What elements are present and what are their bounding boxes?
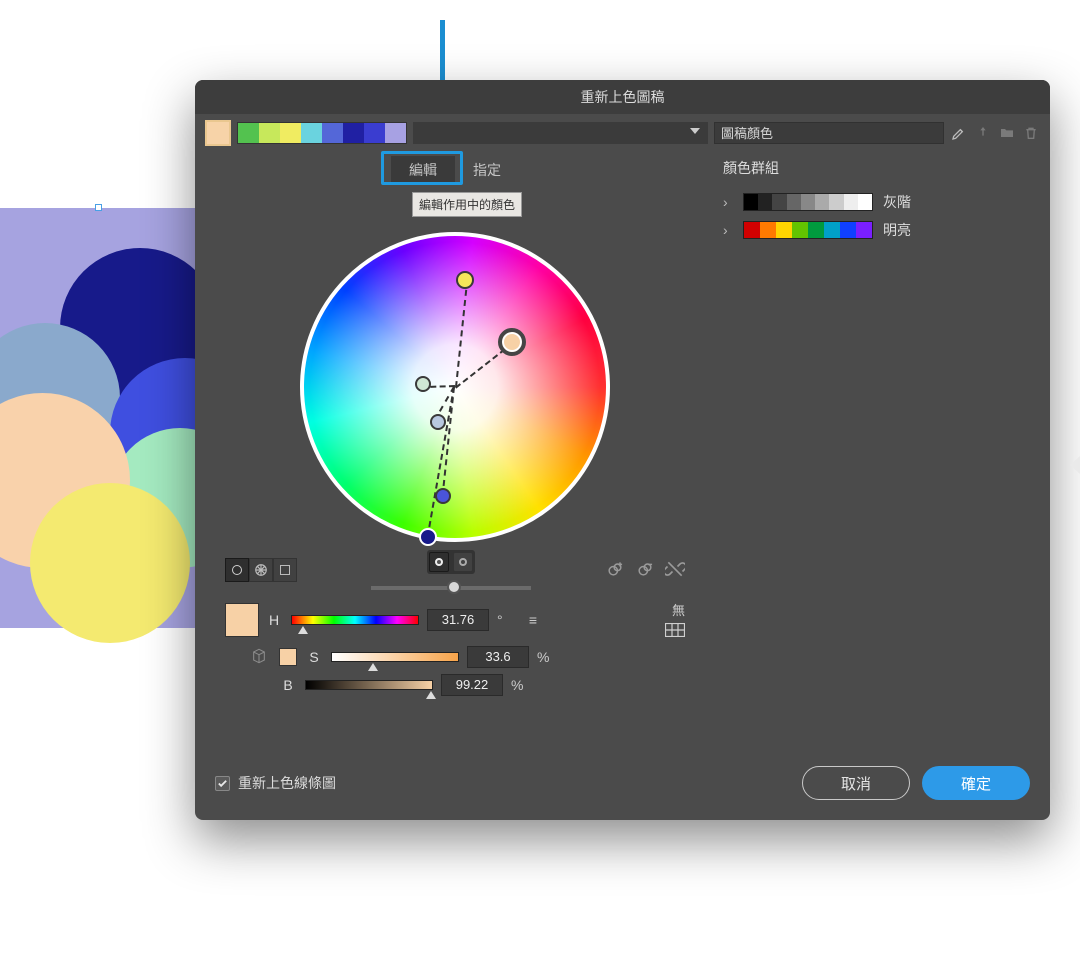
tab-edit[interactable]: 編輯 xyxy=(391,156,455,184)
wheel-color-node[interactable] xyxy=(430,414,446,430)
color-groups-panel: 顏色群組 › 灰階 › 明亮 xyxy=(705,152,1040,702)
folder-icon[interactable] xyxy=(998,124,1016,142)
group-swatch-strip xyxy=(743,221,873,239)
color-bars-button[interactable] xyxy=(273,558,297,582)
saturation-unit: % xyxy=(537,649,553,665)
group-label: 明亮 xyxy=(883,220,911,240)
saturation-label: S xyxy=(305,649,323,665)
color-groups-title: 顏色群組 xyxy=(723,158,1040,178)
cancel-button[interactable]: 取消 xyxy=(802,766,910,800)
art-circle xyxy=(30,483,190,643)
none-label: 無 xyxy=(672,603,685,618)
smooth-wheel-button[interactable] xyxy=(225,558,249,582)
remove-color-tool-icon[interactable] xyxy=(635,559,655,582)
top-toolbar: 圖稿顏色 xyxy=(195,114,1050,152)
segmented-wheel-button[interactable] xyxy=(249,558,273,582)
color-grid-icon[interactable] xyxy=(665,623,685,640)
harmony-preset-dropdown[interactable] xyxy=(413,122,708,144)
brightness-value-slider[interactable] xyxy=(305,680,433,690)
secondary-swatch[interactable] xyxy=(279,648,297,666)
cube-icon xyxy=(251,648,267,667)
chevron-right-icon: › xyxy=(723,222,733,238)
brightness-slider[interactable] xyxy=(371,586,531,590)
dialog-footer: 重新上色線條圖 取消 確定 xyxy=(195,750,1050,820)
current-color-swatch[interactable] xyxy=(225,603,259,637)
hue-value[interactable]: 31.76 xyxy=(427,609,489,631)
trash-icon[interactable] xyxy=(1022,124,1040,142)
brightness-unit: % xyxy=(511,677,527,693)
saturation-slider[interactable] xyxy=(331,652,459,662)
hue-label: H xyxy=(265,612,283,628)
wheel-color-node[interactable] xyxy=(456,271,474,289)
edit-panel: 編輯 指定 編輯作用中的顏色 xyxy=(205,152,705,702)
slider-knob[interactable] xyxy=(447,580,461,594)
color-wheel[interactable] xyxy=(300,232,610,542)
add-color-tool-icon[interactable] xyxy=(605,559,625,582)
saturation-value[interactable]: 33.6 xyxy=(467,646,529,668)
hsb-mode-button[interactable] xyxy=(429,552,449,572)
recolor-lineart-checkbox[interactable] xyxy=(215,776,230,791)
brightness-mode-button[interactable] xyxy=(453,552,473,572)
chevron-right-icon: › xyxy=(723,194,733,210)
hue-slider[interactable] xyxy=(291,615,419,625)
artwork-canvas xyxy=(0,208,210,628)
color-mode-menu-icon[interactable]: ≡ xyxy=(521,612,545,628)
wheel-color-node[interactable] xyxy=(415,376,431,392)
panel-expand-flag-icon[interactable] xyxy=(1070,456,1080,474)
recolor-lineart-label: 重新上色線條圖 xyxy=(238,773,336,793)
artwork-swatch-strip[interactable] xyxy=(237,122,407,144)
brightness-value[interactable]: 99.22 xyxy=(441,674,503,696)
ok-button[interactable]: 確定 xyxy=(922,766,1030,800)
color-group-name-field[interactable]: 圖稿顏色 xyxy=(714,122,944,144)
brightness-label: B xyxy=(279,677,297,693)
recolor-dialog: 重新上色圖稿 圖稿顏色 編輯 指定 編輯 xyxy=(195,80,1050,820)
group-label: 灰階 xyxy=(883,192,911,212)
color-group-item[interactable]: › 明亮 xyxy=(723,216,1040,244)
wheel-color-node-selected[interactable] xyxy=(498,328,526,356)
group-swatch-strip xyxy=(743,193,873,211)
save-group-icon[interactable] xyxy=(974,124,992,142)
color-group-item[interactable]: › 灰階 xyxy=(723,188,1040,216)
wheel-color-node[interactable] xyxy=(435,488,451,504)
selection-handle[interactable] xyxy=(95,204,102,211)
unlink-harmony-icon[interactable] xyxy=(665,559,685,582)
chevron-down-icon xyxy=(690,128,700,134)
eyedropper-icon[interactable] xyxy=(950,124,968,142)
edit-assign-tabs: 編輯 指定 xyxy=(205,156,705,184)
hue-unit: ° xyxy=(497,612,513,628)
tab-assign[interactable]: 指定 xyxy=(455,156,519,184)
tooltip: 編輯作用中的顏色 xyxy=(412,192,522,217)
wheel-controls xyxy=(205,550,705,590)
active-color-swatch[interactable] xyxy=(205,120,231,146)
dialog-title: 重新上色圖稿 xyxy=(195,80,1050,114)
wheel-color-node[interactable] xyxy=(419,528,437,546)
hsb-panel: H 31.76 ° ≡ 無 S xyxy=(205,590,705,696)
